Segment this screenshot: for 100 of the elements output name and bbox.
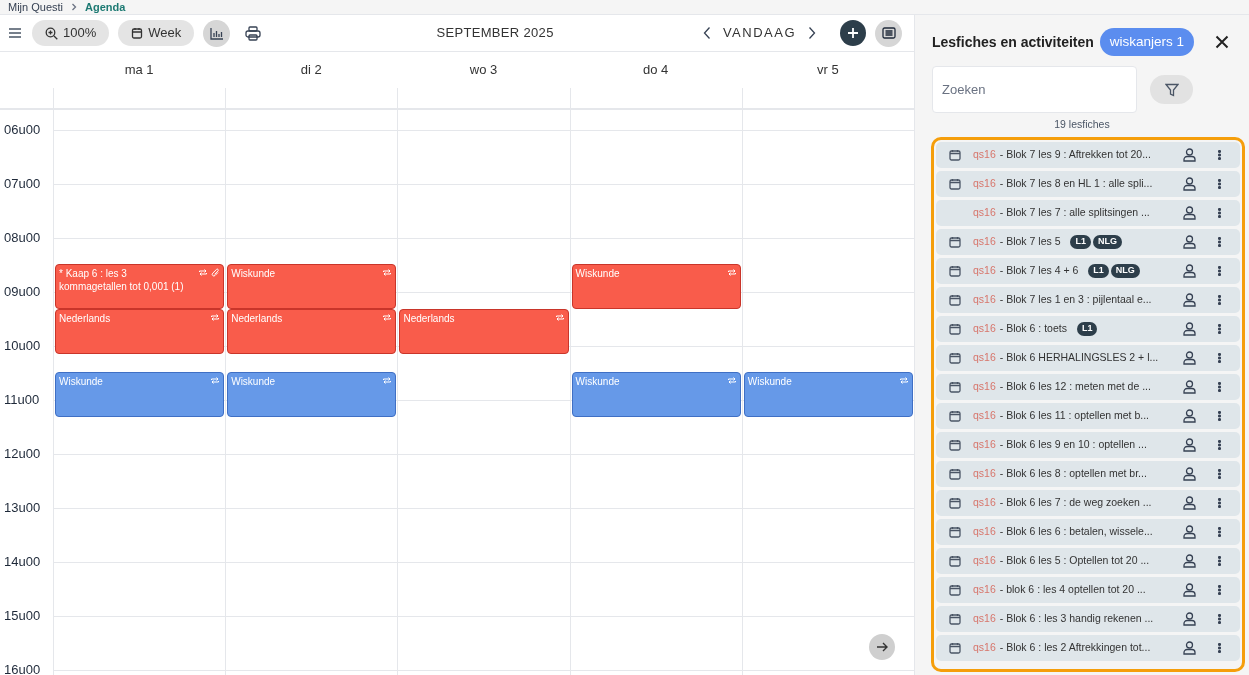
lesson-row[interactable]: qs16 - Blok 7 les 4 + 6 L1 NLG xyxy=(936,257,1240,284)
chevron-right-icon xyxy=(71,3,78,11)
lesson-row[interactable]: qs16 - Blok 6 HERHALINGSLES 2 + l... xyxy=(936,344,1240,371)
lesson-code: qs16 xyxy=(973,639,996,655)
lesson-title: - Blok 7 les 4 + 6 xyxy=(999,262,1079,278)
breadcrumb-link[interactable]: Mijn Questi xyxy=(8,1,64,13)
lesson-title: - Blok 6 les 9 en 10 : optellen ... xyxy=(999,436,1147,452)
lesson-row[interactable]: qs16 - blok 6 : les 4 optellen tot 20 ... xyxy=(936,576,1240,603)
chevron-right-icon xyxy=(808,26,816,40)
more-button[interactable] xyxy=(1216,148,1222,161)
lesson-row[interactable]: qs16 - Blok 6 les 9 en 10 : optellen ... xyxy=(936,431,1240,458)
bar-chart-icon xyxy=(209,26,224,40)
more-button[interactable] xyxy=(1216,293,1222,306)
print-icon xyxy=(245,25,262,41)
search-field[interactable]: Zoeken xyxy=(932,66,1137,113)
event-title: Wiskunde xyxy=(59,375,104,388)
lesson-row[interactable]: qs16 - Blok 7 les 9 : Aftrekken tot 20... xyxy=(936,141,1240,168)
more-icon xyxy=(1217,613,1221,624)
lesson-row[interactable]: qs16 - Blok 7 les 8 en HL 1 : alle spli... xyxy=(936,170,1240,197)
time-label: 12u00 xyxy=(4,445,41,463)
menu-icon xyxy=(8,27,22,39)
more-button[interactable] xyxy=(1216,496,1222,509)
day-header: wo 3 xyxy=(469,61,498,80)
more-button[interactable] xyxy=(1216,235,1222,248)
plus-icon xyxy=(847,27,859,39)
person-icon xyxy=(1183,437,1196,452)
person-icon xyxy=(1183,553,1196,568)
lesson-row[interactable]: qs16 - Blok 6 : toets L1 xyxy=(936,315,1240,342)
zoom-icon xyxy=(45,26,58,40)
print-button[interactable] xyxy=(243,23,264,43)
zoom-button[interactable]: 100% xyxy=(32,20,110,46)
day-header: ma 1 xyxy=(124,61,154,80)
chart-button[interactable] xyxy=(203,19,231,47)
tag: L1 xyxy=(1076,321,1098,336)
add-button[interactable] xyxy=(840,20,866,46)
day-header: di 2 xyxy=(300,61,322,80)
event-title: * Kaap 6 : les 3 xyxy=(59,267,128,280)
lesson-code: qs16 xyxy=(973,262,996,278)
next-button[interactable] xyxy=(869,634,895,660)
lesson-title: - Blok 6 les 5 : Optellen tot 20 ... xyxy=(999,552,1150,568)
lesson-row[interactable]: qs16 - Blok 7 les 5 L1 NLG xyxy=(936,228,1240,255)
lesson-row[interactable]: qs16 - Blok 7 les 1 en 3 : pijlentaal e... xyxy=(936,286,1240,313)
tag: NLG xyxy=(1110,263,1140,278)
more-button[interactable] xyxy=(1216,612,1222,625)
time-label: 06u00 xyxy=(4,121,41,139)
more-icon xyxy=(1217,642,1221,653)
lesson-row[interactable]: qs16 - Blok 6 les 12 : meten met de ... xyxy=(936,373,1240,400)
person-icon xyxy=(1183,582,1196,597)
event-title: Wiskunde xyxy=(231,375,277,388)
more-button[interactable] xyxy=(1216,409,1222,422)
more-button[interactable] xyxy=(1216,380,1222,393)
person-icon xyxy=(1183,379,1196,394)
time-label: 15u00 xyxy=(4,607,41,625)
more-button[interactable] xyxy=(1216,322,1222,335)
event-title: Wiskunde xyxy=(575,267,621,280)
person-icon xyxy=(1183,263,1196,278)
event-title: Wiskunde xyxy=(747,375,793,388)
time-label: 13u00 xyxy=(4,499,41,517)
lesson-code: qs16 xyxy=(973,204,996,220)
arrow-right-icon xyxy=(875,640,889,654)
more-button[interactable] xyxy=(1216,641,1222,654)
lesson-row[interactable]: qs16 - Blok 6 les 5 : Optellen tot 20 ... xyxy=(936,547,1240,574)
lesson-code: qs16 xyxy=(973,494,996,510)
calendar-icon xyxy=(131,27,144,39)
breadcrumb-link[interactable]: Agenda xyxy=(85,1,126,13)
more-button[interactable] xyxy=(1216,525,1222,538)
month-title: SEPTEMBER 2025 xyxy=(436,24,554,43)
lesson-row[interactable]: qs16 - Blok 6 les 7 : de weg zoeken ... xyxy=(936,489,1240,516)
more-icon xyxy=(1217,584,1221,595)
more-icon xyxy=(1217,439,1221,450)
close-icon xyxy=(1215,35,1229,49)
lesson-row[interactable]: qs16 - Blok 6 : les 3 handig rekenen ... xyxy=(936,605,1240,632)
more-button[interactable] xyxy=(1216,177,1222,190)
lesson-code: qs16 xyxy=(973,523,996,539)
lesson-title: - Blok 7 les 7 : alle splitsingen ... xyxy=(999,204,1150,220)
list-view-button[interactable] xyxy=(875,19,902,47)
lesson-title: - Blok 6 les 6 : betalen, wissele... xyxy=(999,523,1153,539)
lesson-row[interactable]: qs16 - Blok 6 : les 2 Aftrekkingen tot... xyxy=(936,634,1240,661)
chevron-left-icon xyxy=(702,26,711,40)
lesson-row[interactable]: qs16 - Blok 6 les 6 : betalen, wissele... xyxy=(936,518,1240,545)
more-button[interactable] xyxy=(1216,264,1222,277)
lesson-code: qs16 xyxy=(973,233,996,249)
more-button[interactable] xyxy=(1216,206,1222,219)
lesson-code: qs16 xyxy=(973,320,996,336)
more-button[interactable] xyxy=(1216,554,1222,567)
more-button[interactable] xyxy=(1216,351,1222,364)
more-button[interactable] xyxy=(1216,467,1222,480)
more-icon xyxy=(1217,352,1221,363)
more-icon xyxy=(1217,236,1221,247)
filter-button[interactable] xyxy=(1150,75,1193,104)
lesson-title: - Blok 6 : les 2 Aftrekkingen tot... xyxy=(999,639,1151,655)
lesson-row[interactable]: qs16 - Blok 6 les 8 : optellen met br... xyxy=(936,460,1240,487)
lesson-code: qs16 xyxy=(973,407,996,423)
more-button[interactable] xyxy=(1216,438,1222,451)
lesson-row[interactable]: qs16 - Blok 7 les 7 : alle splitsingen ... xyxy=(936,199,1240,226)
lesson-row[interactable]: qs16 - Blok 6 les 11 : optellen met b... xyxy=(936,402,1240,429)
lesson-code: qs16 xyxy=(973,175,996,191)
more-button[interactable] xyxy=(1216,583,1222,596)
view-button[interactable]: Week xyxy=(118,20,195,46)
today-button[interactable]: VANDAAG xyxy=(722,23,796,43)
